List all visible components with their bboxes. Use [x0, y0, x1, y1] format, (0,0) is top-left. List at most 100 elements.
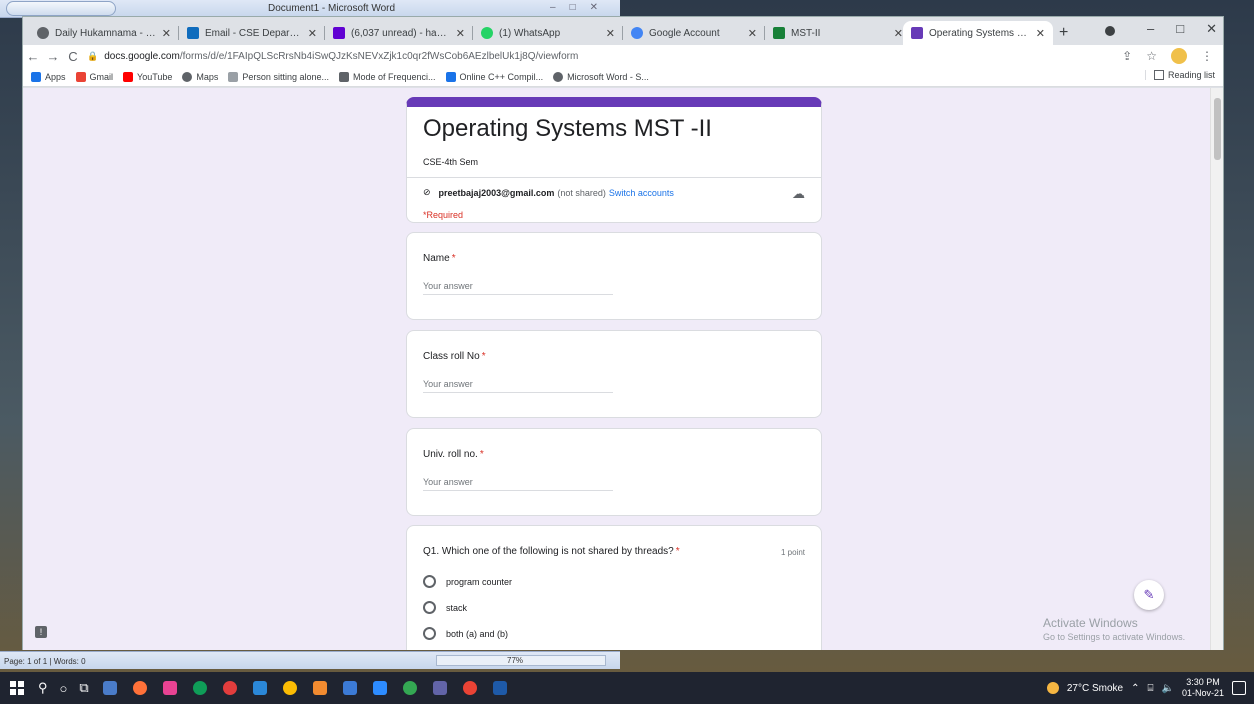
bookmark-star-icon[interactable]: ☆ [1146, 49, 1157, 63]
radio-button[interactable] [423, 575, 436, 588]
bookmark-youtube[interactable]: YouTube [123, 71, 172, 82]
tab-label: (6,037 unread) - harpreet_dav [351, 27, 450, 39]
app-icon[interactable] [102, 681, 117, 695]
class-roll-input[interactable]: Your answer [423, 379, 613, 393]
tab-label: (1) WhatsApp [499, 27, 561, 39]
feedback-icon[interactable]: ! [35, 626, 47, 638]
app-icon[interactable] [312, 681, 327, 695]
word-status-bar: Page: 1 of 1 | Words: 0 77% [0, 651, 620, 669]
network-icon[interactable]: ⌸ [1148, 683, 1154, 694]
firefox-icon[interactable] [132, 681, 147, 695]
tab-search-icon[interactable] [1105, 26, 1115, 36]
tab-label: Operating Systems MST -II [929, 27, 1030, 39]
youtube-icon [123, 71, 134, 82]
close-icon[interactable]: ✕ [606, 27, 615, 40]
toolbar-actions: ⇪ ☆ ⋮ [1122, 48, 1223, 64]
tab-whatsapp[interactable]: (1) WhatsApp ✕ [473, 21, 623, 45]
close-icon[interactable]: ✕ [162, 27, 171, 40]
cortana-icon[interactable]: ○ [60, 681, 68, 696]
browser-toolbar: ← → C 🔒 docs.google.com /forms/d/e/1FAIp… [23, 45, 1223, 67]
bookmark-label: Gmail [89, 71, 114, 82]
form-header-card: Operating Systems MST -II CSE-4th Sem ⊘ … [406, 97, 822, 223]
radio-option[interactable]: stack [423, 601, 467, 614]
tab-mst-sheet[interactable]: MST-II ✕ [765, 21, 911, 45]
tab-label: Email - CSE Department - Out [205, 27, 302, 39]
activate-windows-watermark: Activate Windows Go to Settings to activ… [1043, 616, 1185, 642]
maximize-icon[interactable]: □ [1176, 21, 1184, 37]
image-icon [228, 71, 239, 82]
task-view-icon[interactable]: ⧉ [79, 680, 88, 696]
bookmark-mode-frequencies[interactable]: Mode of Frequenci... [338, 71, 436, 82]
app-icon[interactable] [162, 681, 177, 695]
chrome-icon[interactable] [462, 681, 477, 695]
name-input[interactable]: Your answer [423, 281, 613, 295]
notification-icon[interactable] [1232, 681, 1246, 695]
points-label: 1 point [780, 548, 805, 557]
tab-hukamnama[interactable]: Daily Hukamnama - Sri Darbar ✕ [29, 21, 179, 45]
page-status: Page: 1 of 1 [4, 657, 48, 666]
bookmark-person-sitting[interactable]: Person sitting alone... [228, 71, 329, 82]
zoom-icon[interactable] [372, 681, 387, 695]
minimize-icon[interactable]: – [1147, 21, 1154, 37]
app-icon[interactable] [222, 681, 237, 695]
zoom-level: 77% [507, 656, 524, 665]
close-icon[interactable]: ✕ [456, 27, 465, 40]
univ-roll-input[interactable]: Your answer [423, 477, 613, 491]
edit-pencil-button[interactable]: ✎ [1134, 580, 1164, 610]
menu-icon[interactable]: ⋮ [1201, 49, 1213, 63]
forward-icon[interactable]: → [43, 49, 63, 64]
app-icon[interactable] [252, 681, 267, 695]
question-label: Class roll No * [423, 351, 486, 362]
switch-accounts-link[interactable]: Switch accounts [609, 188, 674, 198]
weather-text[interactable]: 27°C Smoke [1067, 683, 1123, 694]
word-icon[interactable] [492, 681, 507, 695]
bookmark-label: Person sitting alone... [242, 71, 329, 82]
edge-icon[interactable] [192, 681, 207, 695]
zoom-control[interactable]: 77% [436, 655, 606, 666]
address-bar[interactable]: 🔒 docs.google.com /forms/d/e/1FAIpQLScRr… [87, 47, 1122, 65]
scrollbar-thumb[interactable] [1214, 98, 1221, 160]
bookmark-apps[interactable]: Apps [31, 71, 66, 82]
activate-title: Activate Windows [1043, 616, 1138, 630]
share-icon[interactable]: ⇪ [1122, 49, 1132, 63]
radio-button[interactable] [423, 627, 436, 640]
volume-icon[interactable]: 🔈 [1162, 683, 1174, 694]
reading-list-button[interactable]: Reading list [1144, 70, 1215, 80]
close-window-icon[interactable]: ✕ [1206, 21, 1217, 37]
globe-icon [182, 71, 193, 82]
windows-start-icon[interactable] [10, 681, 24, 695]
word-window-controls[interactable]: –□✕ [550, 2, 612, 13]
word-quick-access-toolbar[interactable] [6, 1, 116, 16]
close-icon[interactable]: ✕ [748, 27, 757, 40]
close-icon[interactable]: ✕ [308, 27, 317, 40]
bookmark-maps[interactable]: Maps [182, 71, 218, 82]
clock[interactable]: 3:30 PM 01-Nov-21 [1182, 677, 1224, 699]
tab-yahoo-mail[interactable]: (6,037 unread) - harpreet_dav ✕ [325, 21, 473, 45]
radio-option[interactable]: program counter [423, 575, 512, 588]
chevron-up-icon[interactable]: ⌃ [1131, 683, 1139, 694]
bookmark-ms-word[interactable]: Microsoft Word - S... [553, 71, 649, 82]
radio-button[interactable] [423, 601, 436, 614]
scrollbar[interactable] [1210, 88, 1223, 650]
new-tab-button[interactable]: + [1059, 24, 1068, 42]
close-icon[interactable]: ✕ [1036, 27, 1045, 40]
file-explorer-icon[interactable] [342, 681, 357, 695]
tab-favicon-icon [37, 27, 49, 39]
reload-icon[interactable]: C [63, 49, 83, 64]
tab-outlook[interactable]: Email - CSE Department - Out ✕ [179, 21, 325, 45]
question-label: Univ. roll no. * [423, 449, 484, 460]
bookmark-gmail[interactable]: Gmail [75, 71, 114, 82]
tab-operating-systems[interactable]: Operating Systems MST -II ✕ [903, 21, 1053, 45]
account-email: preetbajaj2003@gmail.com [438, 187, 555, 198]
chrome-icon[interactable] [402, 681, 417, 695]
chrome-icon[interactable] [282, 681, 297, 695]
tab-google-account[interactable]: Google Account ✕ [623, 21, 765, 45]
radio-option[interactable]: both (a) and (b) [423, 627, 508, 640]
search-icon[interactable]: ⚲ [38, 680, 48, 696]
back-icon[interactable]: ← [23, 49, 43, 64]
url-host: docs.google.com [104, 50, 180, 62]
bookmark-online-cpp[interactable]: Online C++ Compil... [445, 71, 543, 82]
close-icon[interactable]: ✕ [894, 27, 903, 40]
teams-icon[interactable] [432, 681, 447, 695]
avatar[interactable] [1171, 48, 1187, 64]
